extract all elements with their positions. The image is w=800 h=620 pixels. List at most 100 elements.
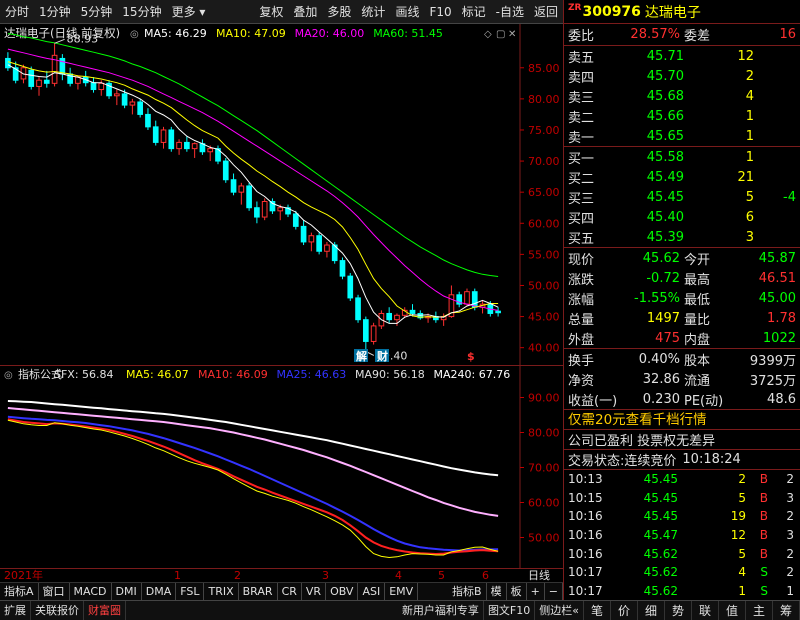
toolbar-btn-2[interactable]: 5分钟 <box>76 0 118 24</box>
tick-side: B <box>759 472 768 487</box>
candle <box>137 98 144 118</box>
fundamental-stats: 换手 0.40% 股本 9399万 净资 32.86 流通 3725万 收益(一) 0.230 PE… <box>564 349 800 410</box>
main-legend-item-3: MA60: 51.45 <box>373 27 443 40</box>
fund-row-2: 收益(一) 0.230 PE(动) 48.6 <box>564 389 800 409</box>
toolbar-right-btn-1[interactable]: 叠加 <box>288 0 322 24</box>
close-icon[interactable]: ✕ <box>508 29 516 40</box>
indicator-tab-14[interactable]: 模 <box>487 582 507 601</box>
indicator-tab-17[interactable]: − <box>545 582 563 601</box>
ask-price: 45.66 <box>646 108 684 124</box>
toolbar-right-btn-8[interactable]: 返回 <box>529 0 563 24</box>
event-marker-2[interactable]: $ <box>467 350 475 363</box>
stat-label: 涨幅 <box>568 292 595 308</box>
quote-tool-1[interactable]: 价 <box>611 600 638 620</box>
status-bar: 扩展 关联报价 财富圈 新用户福利专享 图文F10 侧边栏« 笔价细势联值主筹 <box>0 600 800 620</box>
toolbar-btn-0[interactable]: 分时 <box>0 0 34 24</box>
quote-tool-3[interactable]: 势 <box>665 600 692 620</box>
stock-code[interactable]: 300976 <box>582 4 640 20</box>
event-marker-1[interactable]: 财 <box>376 349 388 363</box>
indicator-tab-16[interactable]: + <box>527 582 545 601</box>
indicator-tab-3[interactable]: DMI <box>112 582 142 601</box>
candle-body <box>90 82 97 91</box>
quote-tool-6[interactable]: 主 <box>746 600 773 620</box>
stock-name[interactable]: 达瑞电子 <box>645 2 701 22</box>
toolbar-right-btn-4[interactable]: 画线 <box>390 0 424 24</box>
candle <box>456 291 463 308</box>
indicator-tab-2[interactable]: MACD <box>70 582 112 601</box>
ask-label: 卖五 <box>568 50 595 66</box>
status-left-2[interactable]: 财富圈 <box>84 600 126 620</box>
toolbar-btn-3[interactable]: 15分钟 <box>117 0 166 24</box>
sub-legend-toggle-icon[interactable]: ◎ <box>4 370 13 381</box>
window-icon[interactable]: ▢ <box>496 29 505 40</box>
indicator-tab-6[interactable]: TRIX <box>204 582 239 601</box>
toolbar-right-btn-7[interactable]: -自选 <box>491 0 529 24</box>
trade-state-label: 交易状态: <box>568 454 625 469</box>
x-axis-label-0: 2021年 <box>4 569 43 582</box>
indicator-tab-10[interactable]: OBV <box>326 582 359 601</box>
indicator-chart[interactable]: 90.00 80.00 70.00 60.00 50.00 ◎ 指标公式 SFX: 56.84… <box>0 365 563 569</box>
kline-chart-svg[interactable]: 85.00 80.00 75.00 70.00 65.00 60.00 55.00 50.00… <box>0 24 563 365</box>
fund-value: 32.86 <box>642 371 680 387</box>
tick-side: S <box>760 565 768 580</box>
tick-side: B <box>759 490 768 505</box>
toolbar-right-btn-3[interactable]: 统计 <box>356 0 390 24</box>
toolbar-right-btn-6[interactable]: 标记 <box>457 0 491 24</box>
indicator-tab-15[interactable]: 板 <box>507 582 527 601</box>
status-left-0[interactable]: 扩展 <box>0 600 31 620</box>
x-axis-right-label: 日线 <box>528 569 550 582</box>
stat-row-1: 涨跌 -0.72 最高 46.51 <box>564 268 800 288</box>
candle-body <box>145 113 151 128</box>
candle <box>269 198 276 214</box>
tick-side: B <box>759 509 768 524</box>
level2-ad-link[interactable]: 仅需20元查看千档行情 <box>564 410 800 430</box>
diamond-icon[interactable]: ◇ <box>484 29 492 40</box>
indicator-tab-12[interactable]: EMV <box>385 582 419 601</box>
indicator-tab-5[interactable]: FSL <box>176 582 205 601</box>
candle <box>184 136 190 152</box>
indicator-tab-8[interactable]: CR <box>278 582 302 601</box>
quote-tool-7[interactable]: 筹 <box>773 600 800 620</box>
toolbar-btn-4[interactable]: 更多 ▾ <box>167 0 211 24</box>
x-axis-label-3: 3 <box>322 569 329 582</box>
quote-tool-0[interactable]: 笔 <box>584 600 611 620</box>
indicator-tab-13[interactable]: 指标B <box>448 582 487 601</box>
toolbar-right-btn-2[interactable]: 多股 <box>322 0 356 24</box>
bid-price: 45.39 <box>646 229 684 245</box>
status-right-2[interactable]: 侧边栏« <box>535 600 584 620</box>
kline-chart[interactable]: 85.00 80.00 75.00 70.00 65.00 60.00 55.00 50.00… <box>0 24 563 365</box>
stock-tag: ZR <box>568 2 582 13</box>
tick-price: 45.45 <box>643 472 678 487</box>
candle-body <box>238 185 245 193</box>
x-axis-label-6: 6 <box>482 569 489 582</box>
status-right-0[interactable]: 新用户福利专享 <box>398 600 484 620</box>
status-left-1[interactable]: 关联报价 <box>31 600 84 620</box>
quote-tool-4[interactable]: 联 <box>692 600 719 620</box>
ask-price: 45.71 <box>646 48 684 64</box>
legend-toggle-icon[interactable]: ◎ <box>130 29 139 40</box>
tick-count: 2 <box>786 472 794 487</box>
indicator-tab-1[interactable]: 窗口 <box>39 582 70 601</box>
bid-row-0: 买一 45.58 1 <box>564 147 800 167</box>
indicator-tab-9[interactable]: VR <box>302 582 327 601</box>
toolbar-right-btn-5[interactable]: F10 <box>424 0 456 24</box>
quote-tool-2[interactable]: 细 <box>638 600 665 620</box>
indicator-tab-11[interactable]: ASI <box>358 582 386 601</box>
tick-volume: 19 <box>730 509 746 524</box>
quote-stats: 现价 45.62 今开 45.87 涨跌 -0.72 最高 46.51 涨幅 -1.55% 最低 45… <box>564 248 800 349</box>
stat-value: 46.51 <box>758 270 796 286</box>
indicator-tab-7[interactable]: BRAR <box>239 582 278 601</box>
candle <box>495 307 501 317</box>
status-right-1[interactable]: 图文F10 <box>484 600 536 620</box>
tick-list[interactable]: 10:13 45.45 2 B 2 10:15 45.45 5 B 3 10:16 45.45 19 B 2… <box>564 470 800 600</box>
indicator-tab-4[interactable]: DMA <box>142 582 177 601</box>
indicator-tab-0[interactable]: 指标A <box>0 582 39 601</box>
toolbar-right-btn-0[interactable]: 复权 <box>254 0 288 24</box>
event-marker-0[interactable]: 解 <box>356 349 367 363</box>
quote-tool-5[interactable]: 值 <box>719 600 746 620</box>
indicator-chart-svg[interactable]: 90.0080.0070.0060.0050.00◎ 指标公式SFX: 56.84… <box>0 366 563 569</box>
toolbar-btn-1[interactable]: 1分钟 <box>34 0 76 24</box>
candle <box>215 145 221 165</box>
tick-row-6: 10:17 45.62 1 S 1 <box>564 582 800 601</box>
tick-volume: 4 <box>738 565 746 580</box>
